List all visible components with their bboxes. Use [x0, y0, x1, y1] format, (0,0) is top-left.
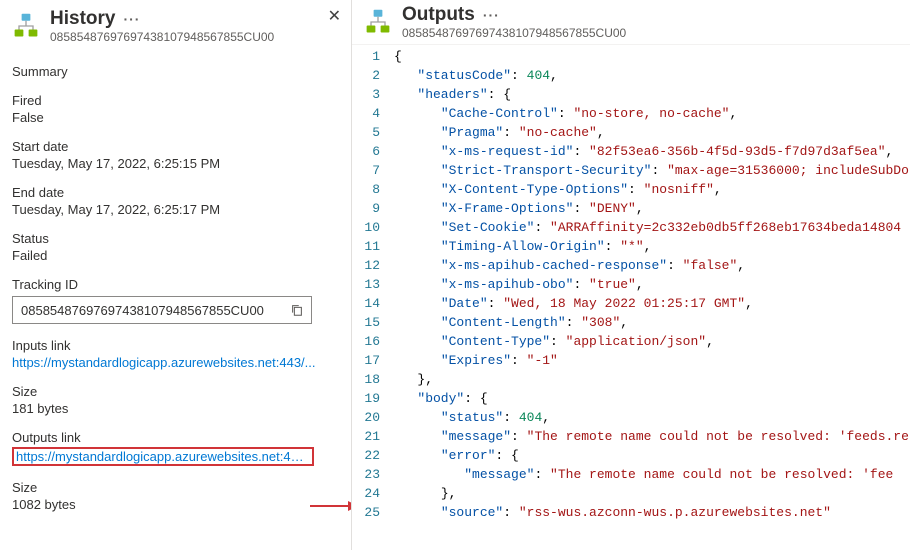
- annotation-arrow-icon: [310, 498, 352, 514]
- code-editor[interactable]: 1234567891011121314151617181920212223242…: [352, 44, 910, 550]
- outputs-size-value: 1082 bytes: [12, 497, 339, 512]
- more-icon[interactable]: ···: [481, 7, 502, 23]
- fired-value: False: [12, 110, 339, 125]
- outputs-run-id: 08585487697697438107948567855CU00: [402, 26, 898, 40]
- tracking-id-input[interactable]: [13, 303, 281, 318]
- close-icon[interactable]: ✕: [328, 6, 341, 26]
- history-panel: ✕ History ··· 08585487697697438107948567…: [0, 0, 352, 550]
- fired-label: Fired: [12, 93, 339, 108]
- tracking-id-label: Tracking ID: [12, 277, 339, 292]
- end-date-label: End date: [12, 185, 339, 200]
- inputs-size-value: 181 bytes: [12, 401, 339, 416]
- outputs-title: Outputs: [402, 4, 475, 26]
- logic-app-icon: [12, 12, 40, 40]
- summary-label: Summary: [12, 64, 339, 79]
- code-content[interactable]: { "statusCode": 404, "headers": { "Cache…: [390, 45, 910, 550]
- tracking-id-field: [12, 296, 312, 324]
- start-date-value: Tuesday, May 17, 2022, 6:25:15 PM: [12, 156, 339, 171]
- history-header: History ··· 0858548769769743810794856785…: [12, 4, 339, 50]
- start-date-label: Start date: [12, 139, 339, 154]
- outputs-link-highlight: https://mystandardlogicapp.azurewebsites…: [12, 447, 314, 466]
- status-value: Failed: [12, 248, 339, 263]
- outputs-header: Outputs ··· 0858548769769743810794856785…: [352, 0, 910, 44]
- history-run-id: 08585487697697438107948567855CU00: [50, 30, 339, 44]
- line-gutter: 1234567891011121314151617181920212223242…: [352, 45, 390, 550]
- inputs-link-label: Inputs link: [12, 338, 339, 353]
- logic-app-icon: [364, 8, 392, 36]
- end-date-value: Tuesday, May 17, 2022, 6:25:17 PM: [12, 202, 339, 217]
- more-icon[interactable]: ···: [121, 11, 142, 27]
- copy-icon[interactable]: [281, 297, 311, 323]
- inputs-link[interactable]: https://mystandardlogicapp.azurewebsites…: [12, 355, 339, 370]
- outputs-panel: Outputs ··· 0858548769769743810794856785…: [352, 0, 910, 550]
- outputs-size-label: Size: [12, 480, 339, 495]
- outputs-link[interactable]: https://mystandardlogicapp.azurewebsites…: [16, 449, 310, 464]
- history-title: History: [50, 8, 115, 30]
- outputs-link-label: Outputs link: [12, 430, 339, 445]
- inputs-size-label: Size: [12, 384, 339, 399]
- status-label: Status: [12, 231, 339, 246]
